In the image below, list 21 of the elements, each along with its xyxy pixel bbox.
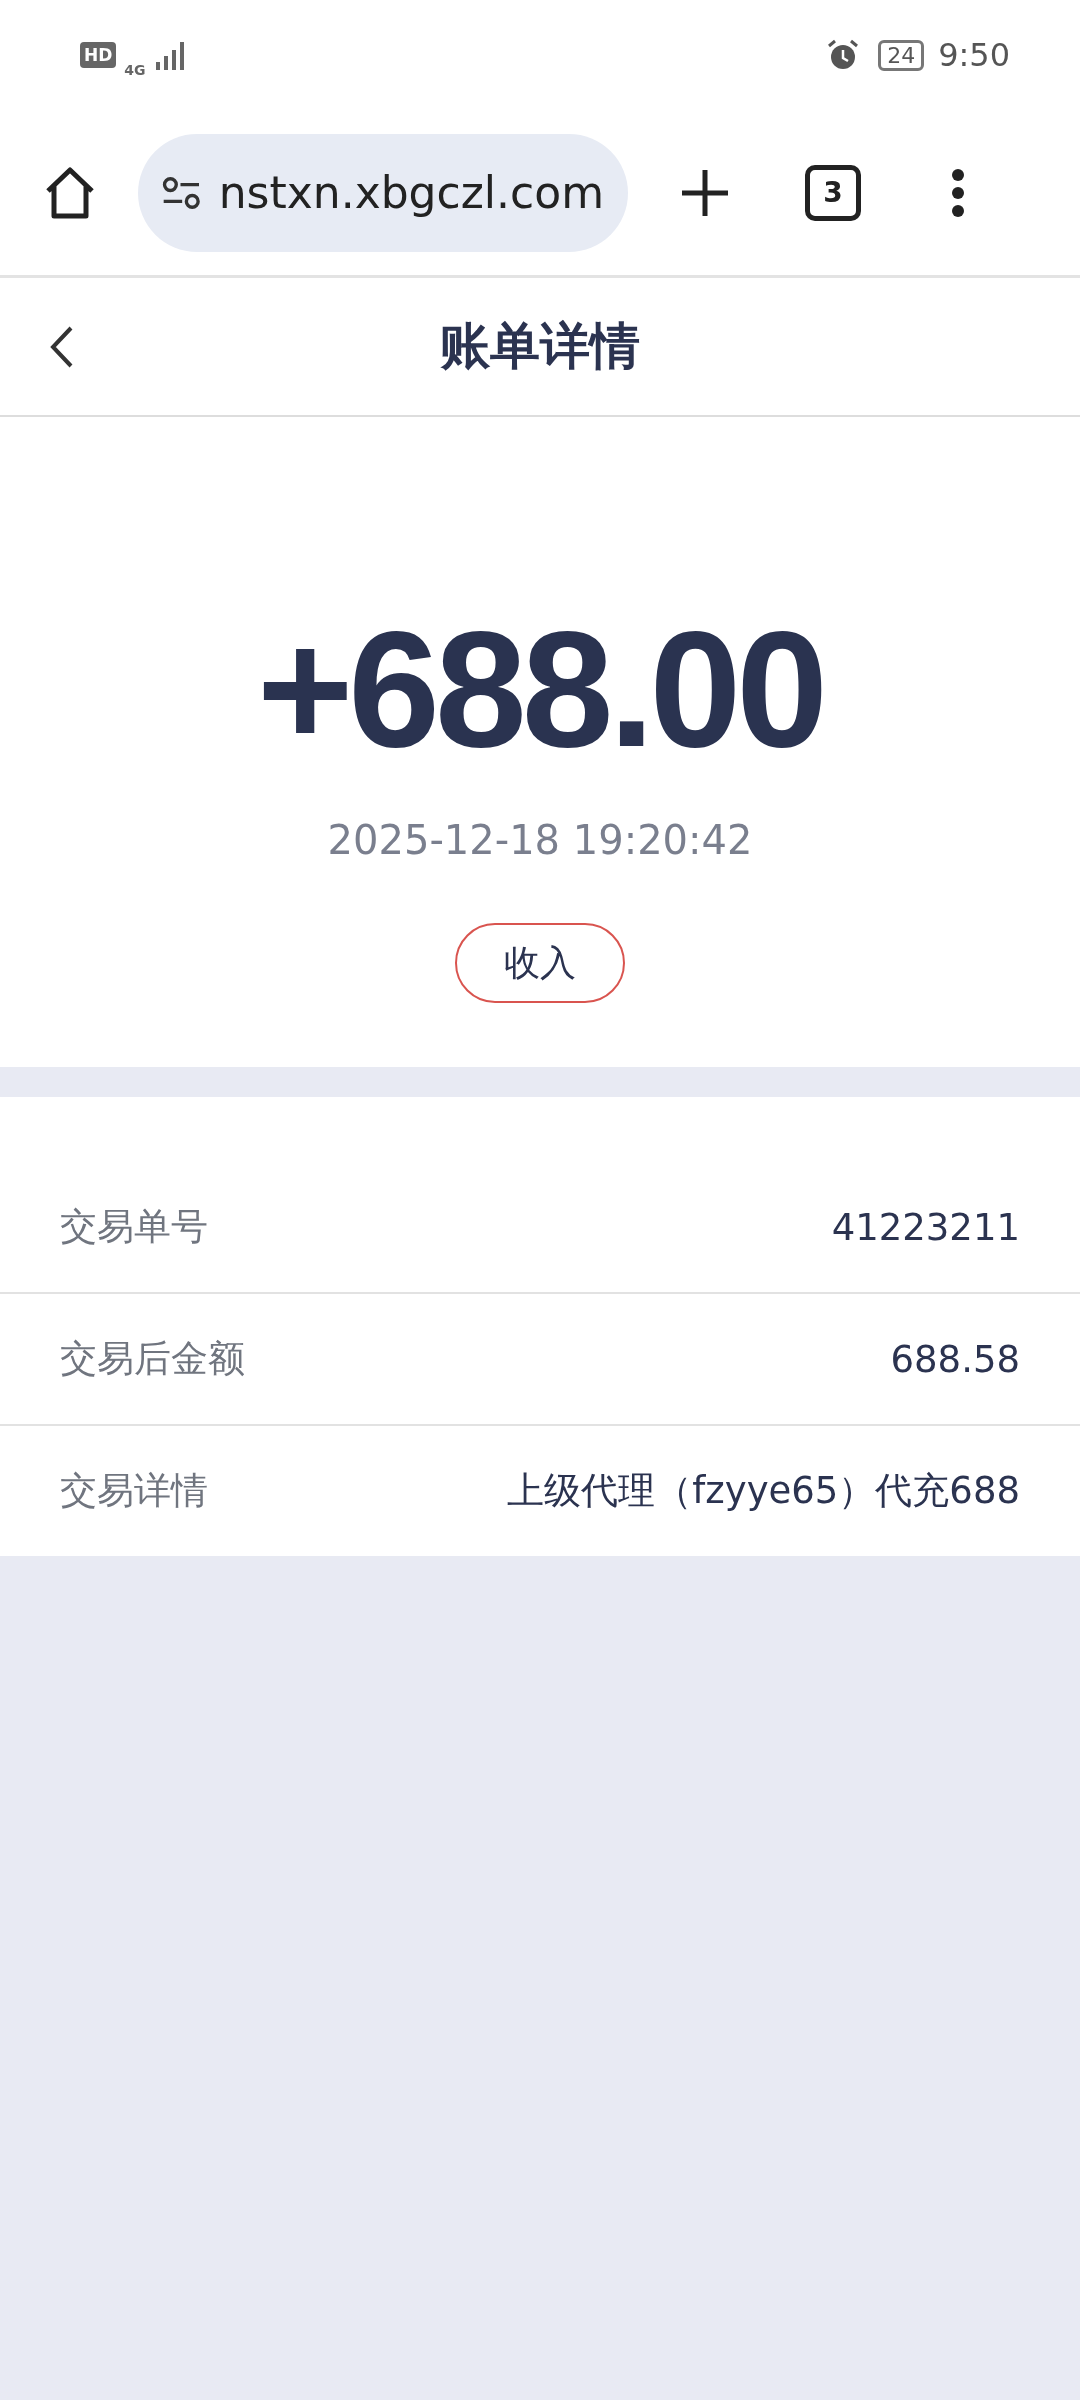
address-bar[interactable]: nstxn.xbgczl.com: [138, 133, 628, 252]
url-text: nstxn.xbgczl.com: [218, 167, 604, 218]
detail-value: 上级代理（fzyye65）代充688: [507, 1468, 1020, 1514]
back-icon[interactable]: [50, 324, 74, 369]
clock-time: 9:50: [938, 36, 1010, 74]
network-label: 4G: [124, 62, 146, 78]
page-title: 账单详情: [440, 316, 640, 377]
detail-label: 交易单号: [60, 1204, 208, 1250]
detail-label: 交易详情: [60, 1468, 208, 1514]
detail-value: 688.58: [890, 1337, 1020, 1381]
type-tag: 收入: [455, 923, 625, 1003]
detail-value: 41223211: [831, 1205, 1020, 1249]
more-icon[interactable]: [951, 167, 965, 218]
alarm-icon: [826, 38, 861, 72]
detail-label: 交易后金额: [60, 1336, 245, 1382]
tab-count-button[interactable]: 3: [805, 164, 861, 221]
transaction-time: 2025-12-18 19:20:42: [327, 817, 753, 863]
battery-icon: 24: [878, 39, 925, 71]
amount: +688.00: [257, 607, 823, 772]
hd-icon: HD: [80, 42, 117, 68]
plus-icon[interactable]: [680, 167, 730, 218]
